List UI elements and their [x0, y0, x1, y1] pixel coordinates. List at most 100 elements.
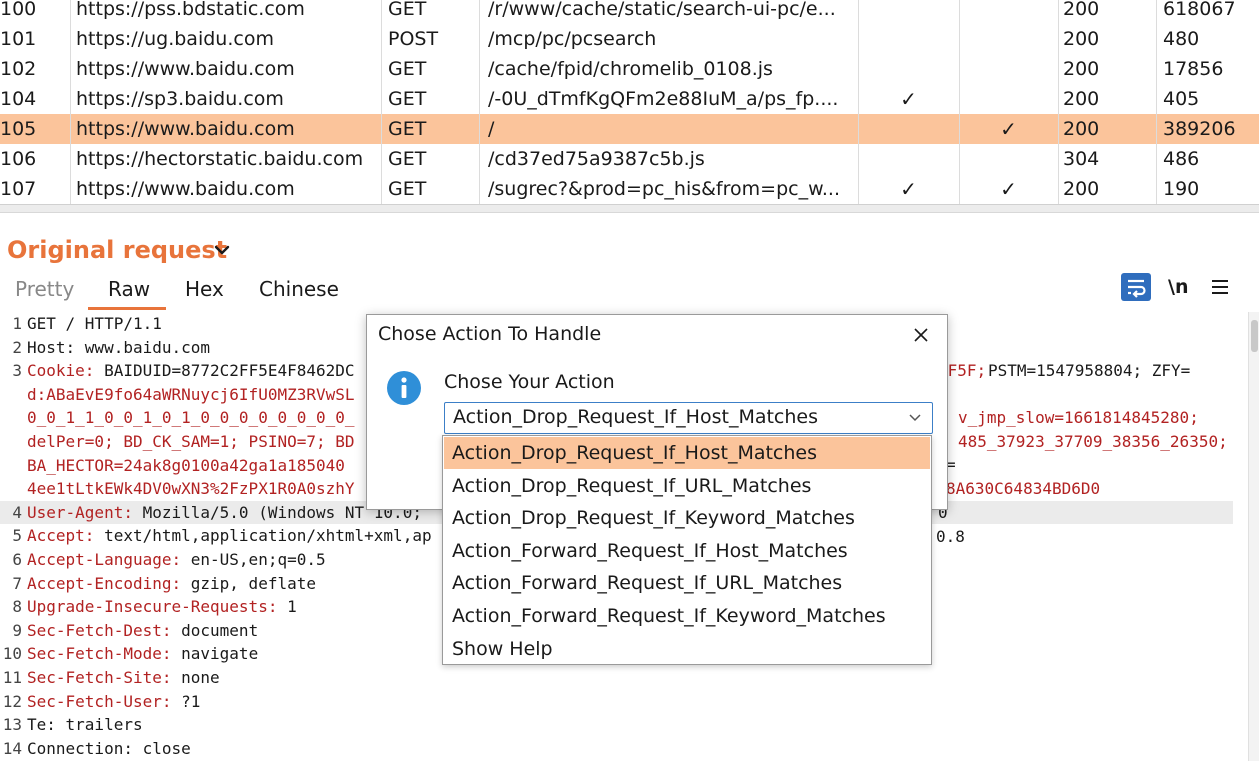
table-row[interactable]: 106 https://hectorstatic.baidu.com GET/cd3…	[0, 144, 1259, 174]
dialog-title: Chose Action To Handle	[378, 323, 602, 345]
header-name: BA_HECTOR=24ak8g0100a42ga1a185040	[27, 455, 345, 475]
cell-check2: ✓	[959, 174, 1057, 204]
header-name: Accept-Encoding:	[27, 573, 182, 593]
dropdown-option[interactable]: Action_Forward_Request_If_Host_Matches	[444, 535, 930, 567]
header-value: gzip, deflate	[181, 573, 316, 593]
line-number: 5	[12, 526, 22, 546]
table-row[interactable]: 101 https://ug.baidu.com POST/mcp/pc/pcsea…	[0, 24, 1259, 54]
header-name: Sec-Fetch-Site:	[27, 668, 172, 687]
header-value: Host: www.baidu.com	[27, 337, 211, 357]
cell-check2: ✓	[959, 114, 1057, 144]
dropdown-option[interactable]: Action_Drop_Request_If_Host_Matches	[444, 437, 930, 469]
cell-length: 389206	[1156, 114, 1259, 144]
line-text: Connection: close	[27, 737, 191, 760]
chevron-down-icon	[909, 414, 921, 422]
cell-method: GET	[381, 0, 478, 24]
cell-method: POST	[381, 24, 478, 54]
line-number: 2	[12, 337, 22, 357]
line-text: delPer=0; BD_CK_SAM=1; PSINO=7; BD	[27, 430, 355, 453]
line-text: 0_0_1_1_0_0_1_0_1_0_0_0_0_0_0_0_0_	[27, 406, 355, 429]
table-row[interactable]: 104 https://sp3.baidu.com GET/-0U_dTmfKgQF…	[0, 84, 1259, 114]
cell-host: https://pss.bdstatic.com	[70, 0, 380, 24]
tab-hex[interactable]: Hex	[185, 277, 224, 301]
line-text: Sec-Fetch-Site: none	[27, 666, 220, 689]
cell-status: 200	[1058, 84, 1155, 114]
action-select[interactable]: Action_Drop_Request_If_Host_Matches	[444, 402, 933, 434]
table-row[interactable]: 100 https://pss.bdstatic.com GET/r/www/cac…	[0, 0, 1259, 24]
cell-path: /	[479, 114, 857, 144]
show-newlines-button[interactable]: \n	[1168, 276, 1188, 298]
line-number: 3	[12, 361, 22, 381]
header-name: delPer=0; BD_CK_SAM=1; PSINO=7; BD	[27, 432, 355, 451]
cell-path: /r/www/cache/static/search-ui-pc/e...	[479, 0, 857, 24]
cell-check1	[858, 54, 958, 84]
close-icon[interactable]	[911, 325, 931, 345]
table-row[interactable]: 105 https://www.baidu.com GET / ✓ 200 389206	[0, 114, 1259, 144]
line-number: 11	[2, 668, 22, 687]
header-value: navigate	[171, 644, 259, 664]
cell-host: https://hectorstatic.baidu.com	[70, 144, 380, 174]
cell-host: https://www.baidu.com	[70, 114, 380, 144]
header-value: document	[171, 620, 259, 640]
line-number: 12	[2, 691, 22, 711]
cell-check1	[858, 24, 958, 54]
active-tab-indicator	[88, 307, 166, 310]
cell-status: 200	[1058, 54, 1155, 84]
line-text: GET / HTTP/1.1	[27, 312, 162, 335]
cell-status: 304	[1058, 144, 1155, 174]
cell-num: 101	[0, 28, 37, 50]
line-text: d:ABaEvE9fo64aWRNuycj6IfU0MZ3RVwSL	[27, 383, 355, 406]
cell-check2	[959, 24, 1057, 54]
header-name: Cookie:	[27, 361, 95, 381]
info-icon	[387, 371, 421, 405]
header-name: User-Agent:	[27, 502, 133, 522]
dropdown-option[interactable]: Action_Drop_Request_If_URL_Matches	[444, 470, 930, 502]
header-name: Accept:	[27, 526, 95, 546]
cell-path: /cache/fpid/chromelib_0108.js	[479, 54, 857, 84]
header-value: Te: trailers	[27, 715, 143, 735]
line-text: Te: trailers	[27, 713, 143, 736]
split-pane-divider[interactable]	[0, 204, 1259, 213]
line-text: Upgrade-Insecure-Requests: 1	[27, 595, 297, 618]
header-value: 1	[277, 597, 297, 617]
header-value: text/html,application/xhtml+xml,ap	[94, 526, 432, 546]
action-select-value: Action_Drop_Request_If_Host_Matches	[453, 406, 819, 428]
table-row[interactable]: 107 https://www.baidu.com GET/sugrec?&prod…	[0, 174, 1259, 204]
dropdown-option[interactable]: Action_Drop_Request_If_Keyword_Matches	[444, 502, 930, 534]
cell-status: 200	[1058, 114, 1155, 144]
cell-host: https://www.baidu.com	[70, 54, 380, 84]
cell-num: 100	[0, 0, 37, 20]
cell-check1	[858, 0, 958, 24]
wrap-lines-button[interactable]	[1121, 273, 1151, 301]
editor-text-fragment: v_jmp_slow=1661814845280;	[958, 408, 1199, 427]
line-text: BA_HECTOR=24ak8g0100a42ga1a185040	[27, 454, 345, 477]
dropdown-option[interactable]: Show Help	[444, 633, 930, 665]
proxy-history-table: 100 https://pss.bdstatic.com GET/r/www/cac…	[0, 0, 1259, 204]
line-text: Sec-Fetch-User: ?1	[27, 690, 200, 713]
wrap-lines-icon	[1128, 279, 1146, 298]
menu-icon[interactable]	[1210, 278, 1230, 296]
cell-host: https://ug.baidu.com	[70, 24, 380, 54]
cell-length: 405	[1156, 84, 1259, 114]
cell-check2	[959, 144, 1057, 174]
line-text: Sec-Fetch-Dest: document	[27, 619, 258, 642]
header-name: 4ee1tLtkEWk4DV0wXN3%2FzPX1R0A0szhY	[27, 479, 355, 499]
tab-raw[interactable]: Raw	[108, 277, 150, 301]
chevron-down-icon[interactable]	[212, 240, 232, 260]
table-row[interactable]: 102 https://www.baidu.com GET/cache/fpid/c…	[0, 54, 1259, 84]
tab-pretty[interactable]: Pretty	[15, 277, 74, 301]
cell-status: 200	[1058, 24, 1155, 54]
cell-length: 486	[1156, 144, 1259, 174]
cell-host: https://sp3.baidu.com	[70, 84, 380, 114]
cell-length: 618067	[1156, 0, 1259, 24]
cell-check2	[959, 54, 1057, 84]
cell-num: 102	[0, 58, 37, 80]
scrollbar-thumb[interactable]	[1251, 320, 1258, 352]
dropdown-option[interactable]: Action_Forward_Request_If_URL_Matches	[444, 567, 930, 599]
line-text: User-Agent: Mozilla/5.0 (Windows NT 10.0…	[27, 501, 422, 524]
tab-chinese[interactable]: Chinese	[259, 277, 339, 301]
line-number: 10	[2, 644, 22, 664]
dropdown-option[interactable]: Action_Forward_Request_If_Keyword_Matche…	[444, 600, 930, 632]
editor-scrollbar[interactable]	[1248, 312, 1259, 761]
cell-check1	[858, 114, 958, 144]
